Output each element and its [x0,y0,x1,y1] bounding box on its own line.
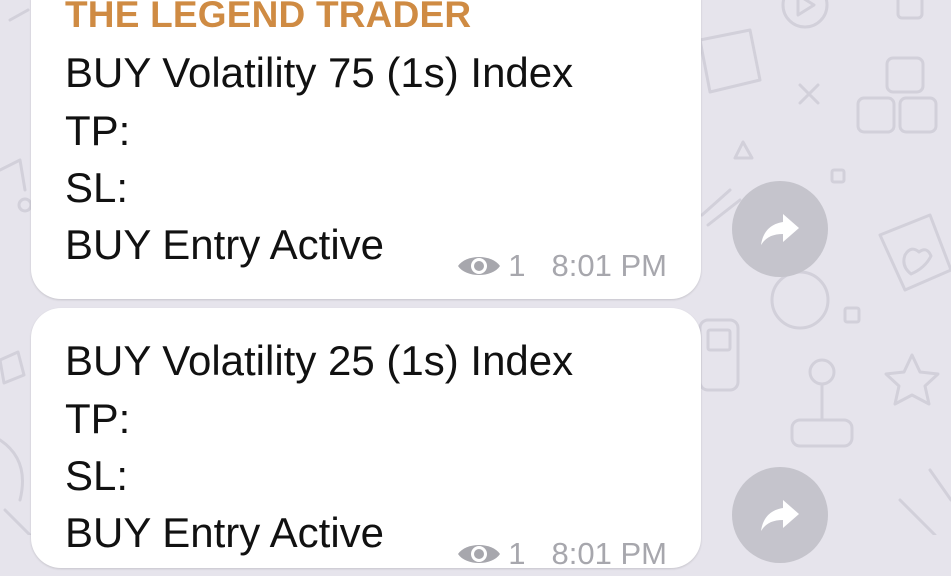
message-meta: 1 8:01 PM [456,248,667,284]
message-bubble[interactable]: THE LEGEND TRADER BUY Volatility 75 (1s)… [31,0,701,299]
sender-name[interactable]: THE LEGEND TRADER [65,0,471,36]
share-arrow-icon [761,214,799,245]
message-line: SL: [65,452,129,499]
view-count: 1 [508,248,526,283]
eye-icon [456,540,502,568]
share-arrow-icon [761,500,799,531]
message-bubble[interactable]: BUY Volatility 25 (1s) Index TP: SL: BUY… [31,308,701,571]
share-button[interactable] [732,181,828,277]
message-line: BUY Volatility 25 (1s) Index [65,337,574,384]
share-button[interactable] [732,467,828,563]
message-line: SL: [65,164,129,211]
view-count: 1 [508,536,526,571]
eye-icon [456,252,502,280]
message-line: BUY Entry Active [65,221,385,268]
message-time: 8:01 PM [551,536,667,571]
message-line: TP: [65,395,131,442]
message-line: TP: [65,107,131,154]
message-line: BUY Entry Active [65,509,385,556]
message-meta: 1 8:01 PM [456,536,667,572]
message-time: 8:01 PM [551,248,667,283]
message-line: BUY Volatility 75 (1s) Index [65,49,574,96]
